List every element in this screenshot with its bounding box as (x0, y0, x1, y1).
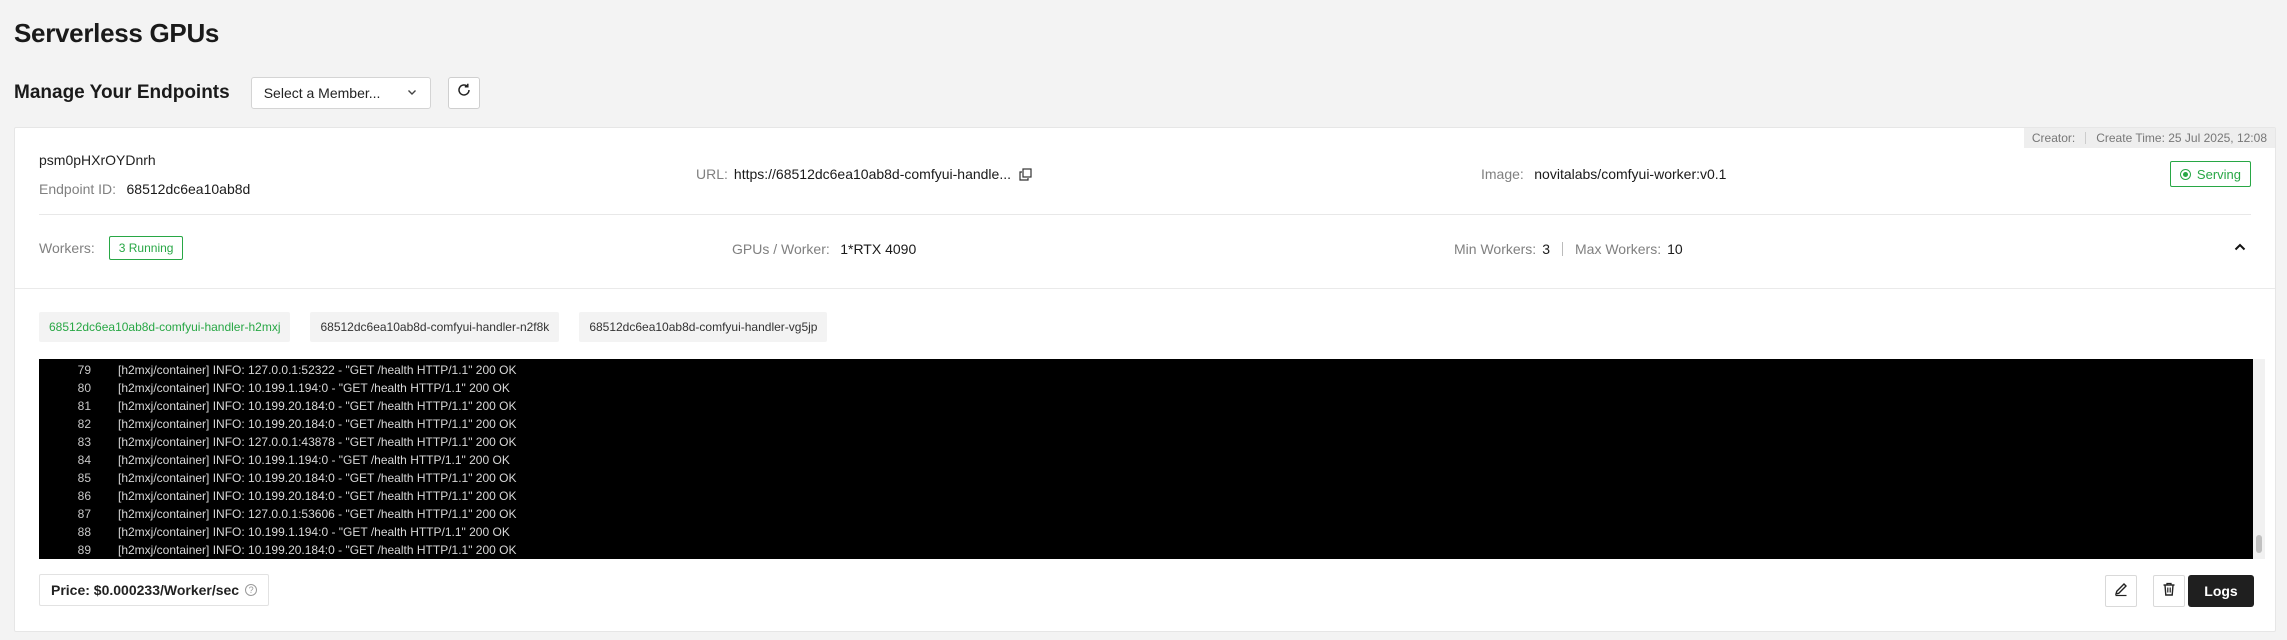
min-max-workers: Min Workers: 3 Max Workers: 10 (1454, 241, 1683, 257)
collapse-button[interactable] (2227, 236, 2253, 262)
log-viewer[interactable]: 79 [h2mxj/container] INFO: 127.0.0.1:5232… (39, 359, 2253, 559)
copy-icon[interactable] (1019, 167, 1032, 181)
log-line: 81 [h2mxj/container] INFO: 10.199.20.184:… (77, 399, 517, 413)
endpoint-id-label: Endpoint ID: (39, 181, 117, 197)
section-divider (15, 288, 2275, 289)
log-scrollbar-thumb[interactable] (2256, 535, 2262, 553)
log-line: 82 [h2mxj/container] INFO: 10.199.20.184:… (77, 417, 517, 431)
chevron-up-icon (2233, 240, 2247, 259)
help-circle-icon[interactable]: ? (245, 584, 258, 596)
chevron-down-icon (406, 85, 418, 101)
creator-label: Creator: (2031, 131, 2076, 145)
worker-tab-n2f8k[interactable]: 68512dc6ea10ab8d-comfyui-handler-n2f8k (310, 312, 560, 342)
min-workers-label: Min Workers: (1454, 241, 1537, 257)
gpus-label: GPUs / Worker: (732, 241, 830, 257)
gpus-row: GPUs / Worker: 1*RTX 4090 (732, 241, 916, 259)
edit-button[interactable] (2105, 575, 2137, 607)
log-line: 80 [h2mxj/container] INFO: 10.199.1.194:0… (77, 381, 510, 395)
price-box: Price: $0.000233/Worker/sec ? (39, 574, 270, 606)
workers-label: Workers: (39, 240, 95, 256)
member-select[interactable]: Select a Member... (250, 76, 431, 109)
workers-row: Workers: 3 Running (39, 236, 184, 260)
image-row: Image: novitalabs/comfyui-worker:v0.1 (1481, 166, 1726, 184)
refresh-button[interactable] (447, 76, 480, 109)
log-line: 88 [h2mxj/container] INFO: 10.199.1.194:0… (77, 525, 510, 539)
endpoint-id-row: Endpoint ID: 68512dc6ea10ab8d (39, 181, 250, 199)
divider (39, 214, 2251, 215)
log-line: 86 [h2mxj/container] INFO: 10.199.20.184:… (77, 489, 517, 503)
refresh-icon (456, 82, 472, 103)
logs-button[interactable]: Logs (2188, 575, 2254, 607)
log-line: 84 [h2mxj/container] INFO: 10.199.1.194:0… (77, 453, 510, 467)
log-line: 79 [h2mxj/container] INFO: 127.0.0.1:5232… (77, 363, 517, 377)
worker-tab-h2mxj[interactable]: 68512dc6ea10ab8d-comfyui-handler-h2mxj (39, 312, 291, 342)
image-label: Image: (1481, 166, 1524, 182)
status-badge: Serving (2169, 161, 2251, 187)
member-select-value: Select a Member... (263, 84, 381, 101)
status-dot-icon (2179, 168, 2191, 180)
price-text: Price: $0.000233/Worker/sec (51, 582, 240, 598)
log-scrollbar[interactable] (2253, 359, 2265, 559)
min-workers-value: 3 (1542, 241, 1550, 257)
url-row: URL: https://68512dc6ea10ab8d-comfyui-ha… (696, 166, 1032, 182)
status-text: Serving (2196, 166, 2241, 182)
manage-title: Manage Your Endpoints (14, 81, 230, 103)
gpus-value: 1*RTX 4090 (840, 241, 917, 257)
log-line: 87 [h2mxj/container] INFO: 127.0.0.1:5360… (77, 507, 517, 521)
workers-running-badge: 3 Running (108, 236, 184, 260)
creator-strip: Creator: Create Time: 25 Jul 2025, 12:08 (2023, 128, 2275, 148)
url-label: URL: (696, 166, 728, 182)
endpoint-name: psm0pHXrOYDnrh (39, 152, 156, 168)
max-workers-label: Max Workers: (1575, 241, 1662, 257)
endpoint-id: 68512dc6ea10ab8d (126, 181, 251, 197)
trash-icon (2161, 581, 2177, 602)
endpoint-card: Creator: Create Time: 25 Jul 2025, 12:08… (14, 127, 2276, 632)
log-line: 89 [h2mxj/container] INFO: 10.199.20.184:… (77, 543, 517, 557)
log-line: 83 [h2mxj/container] INFO: 127.0.0.1:4387… (77, 435, 517, 449)
delete-button[interactable] (2153, 575, 2185, 607)
edit-icon (2113, 581, 2129, 602)
create-time: Create Time: 25 Jul 2025, 12:08 (2096, 131, 2267, 145)
max-workers-value: 10 (1667, 241, 1683, 257)
image-value: novitalabs/comfyui-worker:v0.1 (1534, 166, 1727, 182)
page-title: Serverless GPUs (14, 18, 220, 48)
url-value: https://68512dc6ea10ab8d-comfyui-handle.… (733, 166, 1011, 182)
worker-tab-vg5jp[interactable]: 68512dc6ea10ab8d-comfyui-handler-vg5jp (579, 312, 828, 342)
log-line: 85 [h2mxj/container] INFO: 10.199.20.184:… (77, 471, 517, 485)
worker-tabs: 68512dc6ea10ab8d-comfyui-handler-h2mxj 6… (39, 312, 847, 342)
manage-row: Manage Your Endpoints Select a Member... (14, 76, 480, 109)
